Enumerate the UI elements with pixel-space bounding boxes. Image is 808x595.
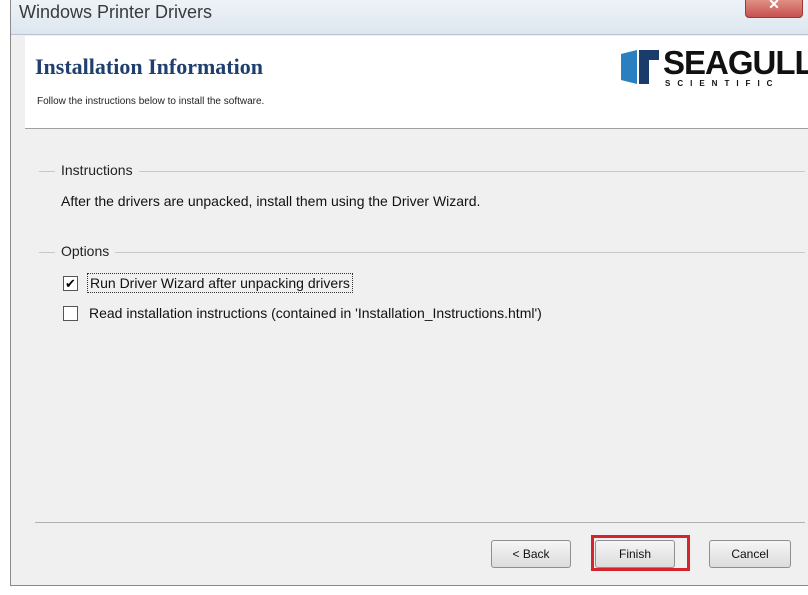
close-button[interactable]: ✕	[745, 0, 803, 18]
read-instructions-label[interactable]: Read installation instructions (containe…	[87, 304, 544, 322]
options-group-label: Options	[55, 243, 116, 259]
instructions-text: After the drivers are unpacked, install …	[61, 193, 481, 209]
title-bar[interactable]: Windows Printer Drivers ✕	[11, 0, 808, 35]
close-icon: ✕	[768, 0, 780, 12]
run-wizard-option[interactable]: ✔ Run Driver Wizard after unpacking driv…	[63, 273, 353, 293]
page-title: Installation Information	[35, 54, 263, 79]
installer-window: Windows Printer Drivers ✕ Installation I…	[10, 0, 808, 586]
finish-highlight-box	[591, 535, 690, 571]
run-wizard-label[interactable]: Run Driver Wizard after unpacking driver…	[87, 273, 353, 293]
page-subtitle: Follow the instructions below to install…	[37, 96, 265, 107]
logo-wordmark: SEAGULL	[663, 44, 808, 81]
read-instructions-checkbox[interactable]	[63, 305, 78, 321]
wizard-header: Installation Information Follow the inst…	[25, 36, 808, 129]
seagull-mark-icon	[621, 50, 659, 84]
back-button[interactable]: < Back	[491, 540, 571, 568]
instructions-group-label: Instructions	[55, 162, 139, 178]
options-divider	[39, 252, 805, 253]
window-title: Windows Printer Drivers	[19, 2, 213, 22]
instructions-divider	[39, 171, 805, 172]
logo-subtext: SCIENTIFIC	[665, 79, 780, 88]
footer-divider	[35, 522, 805, 523]
seagull-logo: SEAGULL SCIENTIFIC	[621, 44, 808, 94]
run-wizard-checkbox[interactable]: ✔	[63, 275, 78, 291]
read-instructions-option[interactable]: Read installation instructions (containe…	[63, 303, 544, 323]
cancel-button[interactable]: Cancel	[709, 540, 791, 568]
